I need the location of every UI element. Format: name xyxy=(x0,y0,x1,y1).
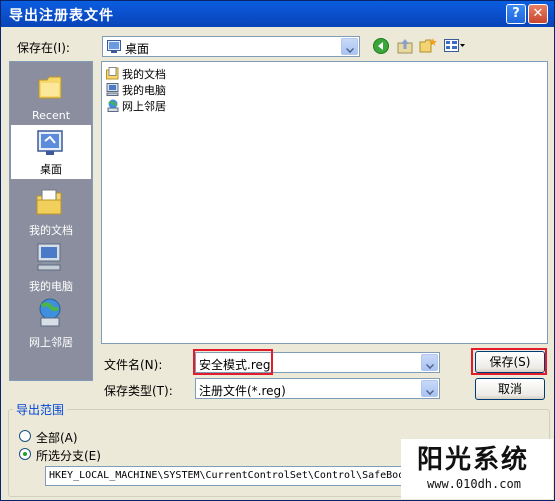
place-label: 网上邻居 xyxy=(29,336,73,349)
watermark-url: www.010dh.com xyxy=(427,477,521,491)
folder-icon xyxy=(106,67,119,80)
watermark-title: 阳光系统 xyxy=(417,445,530,475)
chevron-down-icon[interactable] xyxy=(421,380,438,397)
network-places-icon xyxy=(39,298,61,327)
place-my-documents[interactable]: 我的文档 xyxy=(10,184,92,240)
export-range-title: 导出范围 xyxy=(13,401,68,418)
filename-highlight xyxy=(193,349,273,375)
radio-all[interactable] xyxy=(19,430,31,442)
radio-selected-label: 所选分支(E) xyxy=(36,449,101,463)
computer-icon xyxy=(106,83,119,96)
help-button[interactable]: ? xyxy=(506,4,526,24)
desktop-icon xyxy=(37,130,63,155)
views-menu-icon[interactable] xyxy=(444,38,466,54)
chevron-down-icon[interactable] xyxy=(421,354,438,371)
place-label: Recent xyxy=(31,109,71,122)
save-in-combo[interactable]: 桌面 xyxy=(102,36,360,57)
my-documents-icon xyxy=(36,189,62,215)
export-registry-dialog: 导出注册表文件 ? ✕ 保存在(I): 桌面 Recent 桌面 我的文档 我的… xyxy=(0,0,555,501)
place-label: 我的电脑 xyxy=(29,280,73,293)
file-name: 我的文档 xyxy=(122,68,166,81)
place-my-computer[interactable]: 我的电脑 xyxy=(10,240,92,296)
title-bar[interactable]: 导出注册表文件 ? ✕ xyxy=(1,1,554,27)
close-button[interactable]: ✕ xyxy=(528,4,548,24)
filename-label: 文件名(N): xyxy=(104,358,163,372)
back-icon[interactable] xyxy=(373,38,389,54)
save-in-label: 保存在(I): xyxy=(17,41,70,55)
places-bar: Recent 桌面 我的文档 我的电脑 网上邻居 xyxy=(9,61,93,381)
filetype-label: 保存类型(T): xyxy=(104,384,173,398)
up-folder-icon[interactable] xyxy=(397,38,413,54)
recent-icon xyxy=(38,76,62,99)
save-highlight xyxy=(471,348,547,375)
file-name: 我的电脑 xyxy=(122,84,166,97)
cancel-button[interactable]: 取消 xyxy=(475,378,545,400)
desktop-small-icon xyxy=(107,40,121,53)
place-recent[interactable]: Recent xyxy=(10,68,92,124)
network-icon xyxy=(107,99,119,112)
save-in-value: 桌面 xyxy=(125,42,150,56)
place-network[interactable]: 网上邻居 xyxy=(10,296,92,352)
file-name: 网上邻居 xyxy=(122,100,166,113)
place-desktop[interactable]: 桌面 xyxy=(10,124,92,180)
window-title: 导出注册表文件 xyxy=(9,8,114,24)
new-folder-icon[interactable] xyxy=(419,37,437,54)
radio-all-label: 全部(A) xyxy=(36,431,78,445)
place-label: 桌面 xyxy=(40,163,62,176)
filetype-select[interactable]: 注册文件(*.reg) xyxy=(195,378,440,399)
chevron-down-icon[interactable] xyxy=(341,38,358,55)
place-label: 我的文档 xyxy=(29,224,73,237)
my-computer-icon xyxy=(37,243,61,271)
watermark: 阳光系统 www.010dh.com xyxy=(401,439,553,499)
file-list[interactable]: 我的文档 我的电脑 网上邻居 xyxy=(101,61,548,344)
radio-selected-branch[interactable] xyxy=(19,448,31,460)
filetype-value: 注册文件(*.reg) xyxy=(199,384,286,398)
